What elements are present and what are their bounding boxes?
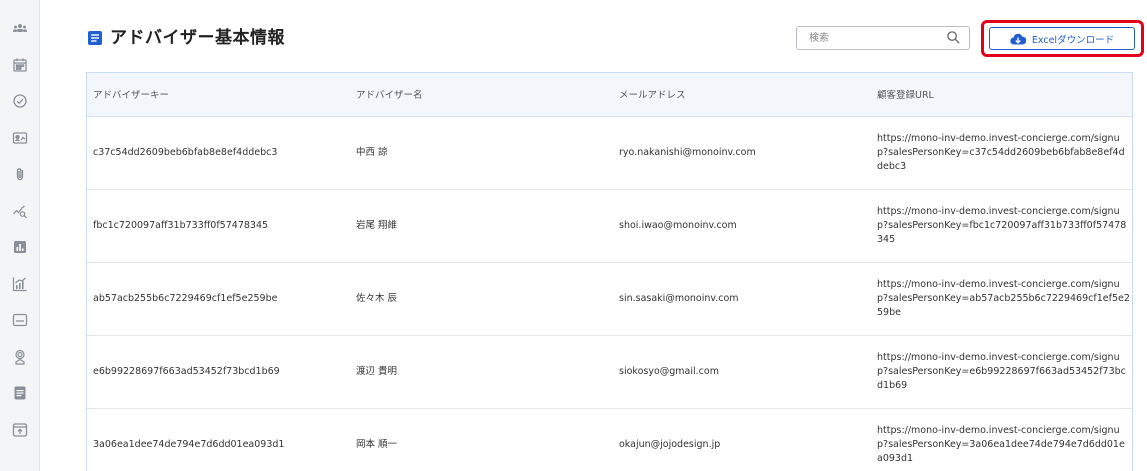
sidebar-item-upload[interactable]: [0, 412, 40, 449]
search-icon[interactable]: [946, 30, 961, 45]
sidebar-item-report[interactable]: [0, 229, 40, 266]
cell-signup-url[interactable]: https://mono-inv-demo.invest-concierge.c…: [871, 335, 1132, 408]
cell-advisor-name: 渡辺 貴明: [356, 365, 398, 377]
cell-advisor-key: c37c54dd2609beb6bfab8e8ef4ddebc3: [93, 146, 278, 158]
page-title: アドバイザー基本情報: [110, 28, 285, 48]
advisor-table: アドバイザーキー アドバイザー名 メールアドレス 顧客登録URL c37c54d…: [86, 72, 1133, 471]
table-header-row: アドバイザーキー アドバイザー名 メールアドレス 顧客登録URL: [87, 73, 1132, 117]
trend-search-icon: [12, 205, 27, 219]
column-header-signup-url[interactable]: 顧客登録URL: [871, 73, 1132, 117]
cell-advisor-name: 岩尾 翔維: [356, 219, 398, 231]
cell-email: shoi.iwao@monoinv.com: [619, 219, 737, 231]
cell-advisor-key: fbc1c720097aff31b733ff0f57478345: [93, 219, 269, 231]
sidebar-item-window[interactable]: [0, 302, 40, 339]
upload-box-icon: [12, 423, 27, 437]
cell-advisor-key: ab57acb255b6c7229469cf1ef5e259be: [93, 292, 278, 304]
cell-email: siokosyo@gmail.com: [619, 365, 719, 377]
sidebar: [0, 0, 40, 471]
column-header-email[interactable]: メールアドレス: [613, 73, 871, 117]
cell-advisor-name: 岡本 順一: [356, 438, 398, 450]
id-card-icon: [12, 132, 27, 144]
column-header-advisor-key[interactable]: アドバイザーキー: [87, 73, 350, 117]
document-icon: [14, 386, 25, 400]
search-box[interactable]: [796, 26, 970, 50]
cell-signup-url[interactable]: https://mono-inv-demo.invest-concierge.c…: [871, 189, 1132, 262]
excel-download-button[interactable]: Excelダウンロード: [989, 27, 1135, 50]
list-document-icon: [88, 31, 102, 45]
search-input[interactable]: [809, 30, 929, 46]
table-row[interactable]: e6b99228697f663ad53452f73bcd1b69 渡辺 貴明 s…: [87, 335, 1132, 408]
cell-email: ryo.nakanishi@monoinv.com: [619, 146, 756, 158]
sidebar-item-id-card[interactable]: [0, 120, 40, 157]
users-icon: [12, 24, 27, 33]
sidebar-item-users[interactable]: [0, 10, 40, 47]
table-row[interactable]: ab57acb255b6c7229469cf1ef5e259be 佐々木 辰 s…: [87, 262, 1132, 335]
cell-advisor-name: 中西 諒: [356, 146, 388, 158]
advisor-icon: [14, 349, 25, 365]
sidebar-item-advisor[interactable]: [0, 339, 40, 376]
cell-signup-url[interactable]: https://mono-inv-demo.invest-concierge.c…: [871, 408, 1132, 471]
sidebar-item-attachments[interactable]: [0, 156, 40, 193]
analytics-chart-icon: [12, 277, 26, 291]
table-row[interactable]: fbc1c720097aff31b733ff0f57478345 岩尾 翔維 s…: [87, 189, 1132, 262]
excel-download-label: Excelダウンロード: [1031, 34, 1115, 46]
check-circle-icon: [12, 94, 27, 108]
cell-signup-url[interactable]: https://mono-inv-demo.invest-concierge.c…: [871, 262, 1132, 335]
table-row[interactable]: c37c54dd2609beb6bfab8e8ef4ddebc3 中西 諒 ry…: [87, 116, 1132, 189]
paperclip-icon: [16, 168, 23, 181]
cell-advisor-key: 3a06ea1dee74de794e7d6dd01ea093d1: [93, 438, 285, 450]
cell-email: okajun@jojodesign.jp: [619, 438, 721, 450]
cell-signup-url[interactable]: https://mono-inv-demo.invest-concierge.c…: [871, 116, 1132, 189]
table-row[interactable]: 3a06ea1dee74de794e7d6dd01ea093d1 岡本 順一 o…: [87, 408, 1132, 471]
sidebar-item-trend-search[interactable]: [0, 193, 40, 230]
sidebar-item-analytics[interactable]: [0, 266, 40, 303]
sidebar-item-document[interactable]: [0, 375, 40, 412]
calendar-icon: [12, 58, 27, 72]
bar-chart-icon: [13, 241, 26, 254]
sidebar-item-calendar[interactable]: [0, 47, 40, 84]
window-icon: [12, 314, 27, 327]
column-header-advisor-name[interactable]: アドバイザー名: [350, 73, 613, 117]
cell-advisor-key: e6b99228697f663ad53452f73bcd1b69: [93, 365, 280, 377]
cell-advisor-name: 佐々木 辰: [356, 292, 398, 304]
cloud-download-icon: [1010, 33, 1026, 45]
sidebar-item-check[interactable]: [0, 83, 40, 120]
cell-email: sin.sasaki@monoinv.com: [619, 292, 739, 304]
